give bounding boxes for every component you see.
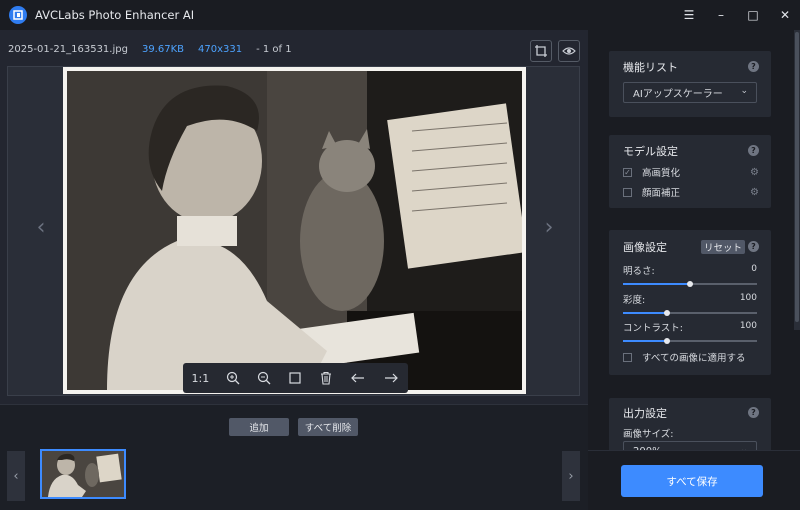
gear-icon[interactable]: ⚙ [750,187,759,198]
image-viewer[interactable]: ‹ › 1:1 [7,66,580,396]
contrast-slider[interactable] [623,338,757,344]
file-info-bar: 2025-01-21_163531.jpg 39.67KB 470x331 - … [0,30,588,68]
reset-button[interactable]: リセット [700,240,745,254]
output-settings-title: 出力設定 [623,407,667,420]
crop-button[interactable] [530,40,552,62]
contrast-label: コントラスト: [623,323,684,334]
checkbox-checked[interactable]: ✓ [623,167,632,177]
option-high-quality[interactable]: ✓ 高画質化 ⚙ [623,165,759,179]
image-toolbar: 1:1 [183,363,408,393]
panel-scrollbar[interactable] [794,30,800,330]
function-list-card: 機能リスト ? AIアップスケーラー ⌄ [609,51,771,117]
slider-knob[interactable] [687,281,693,287]
file-name: 2025-01-21_163531.jpg [8,43,128,55]
apply-all-option[interactable]: すべての画像に適用する [623,350,773,364]
function-list-title: 機能リスト [623,61,678,74]
contrast-value: 100 [739,321,757,331]
thumb-next-arrow[interactable]: › [562,451,580,501]
option-face-restore[interactable]: 顔面補正 ⚙ [623,185,759,199]
photo-woman-with-cat-at-piano [67,71,522,390]
checkbox[interactable] [623,352,632,362]
model-settings-card: モデル設定 ? ✓ 高画質化 ⚙ 顔面補正 ⚙ [609,135,771,208]
menu-icon[interactable]: ☰ [682,8,696,22]
next-image-arrow[interactable]: › [534,207,564,247]
checkbox[interactable] [623,187,632,197]
file-size: 39.67KB [141,43,184,55]
app-title: AVCLabs Photo Enhancer AI [35,8,195,22]
close-button[interactable]: ✕ [778,8,792,22]
help-icon[interactable]: ? [748,241,759,252]
help-icon[interactable]: ? [748,145,759,156]
title-bar: AVCLabs Photo Enhancer AI ☰ – □ ✕ [0,0,800,30]
help-icon[interactable]: ? [748,61,759,72]
zoom-out-icon[interactable] [257,371,271,385]
eye-icon [562,47,576,55]
help-icon[interactable]: ? [748,407,759,418]
thumbnail-image[interactable] [40,449,126,499]
fit-frame-icon[interactable] [288,371,302,385]
image-settings-title: 画像設定 [623,241,667,254]
function-select-value: AIアップスケーラー [633,89,723,100]
brightness-label: 明るさ: [623,266,655,277]
workspace: 2025-01-21_163531.jpg 39.67KB 470x331 - … [0,30,588,510]
app-logo-icon [9,6,27,24]
arrow-right-icon[interactable] [383,371,399,385]
photo-frame [63,67,526,394]
crop-icon [535,45,547,57]
prev-image-arrow[interactable]: ‹ [26,207,56,247]
zoom-in-icon[interactable] [226,371,240,385]
add-button[interactable]: 追加 [229,418,289,436]
function-select[interactable]: AIアップスケーラー ⌄ [623,82,757,103]
saturation-slider[interactable] [623,310,757,316]
save-all-button[interactable]: すべて保存 [621,465,763,497]
slider-knob[interactable] [664,338,671,344]
image-size-label: 画像サイズ: [623,429,674,440]
trash-icon[interactable] [319,371,333,385]
chevron-down-icon: ⌄ [740,86,748,96]
save-area: すべて保存 [588,450,800,510]
saturation-label: 彩度: [623,295,646,306]
slider-knob[interactable] [664,310,671,316]
thumb-prev-arrow[interactable]: ‹ [7,451,25,501]
page-counter: - 1 of 1 [256,43,292,55]
zoom-1to1-button[interactable]: 1:1 [192,372,210,385]
maximize-button[interactable]: □ [746,8,760,22]
file-dimensions: 470x331 [198,43,243,55]
settings-panel: 機能リスト ? AIアップスケーラー ⌄ モデル設定 ? ✓ 高画質化 ⚙ 顔面… [588,30,800,510]
thumbnail-area: 追加 すべて削除 ‹ › [0,405,588,510]
saturation-value: 100 [739,293,757,303]
brightness-value: 0 [751,264,757,274]
brightness-slider[interactable] [623,281,757,287]
preview-button[interactable] [558,40,580,62]
delete-all-button[interactable]: すべて削除 [298,418,358,436]
minimize-button[interactable]: – [714,8,728,22]
gear-icon[interactable]: ⚙ [750,167,759,178]
model-settings-title: モデル設定 [623,145,678,158]
arrow-left-icon[interactable] [350,371,366,385]
image-settings-card: 画像設定 リセット ? 明るさ: 0 彩度: 100 コントラスト: 100 す… [609,230,771,375]
